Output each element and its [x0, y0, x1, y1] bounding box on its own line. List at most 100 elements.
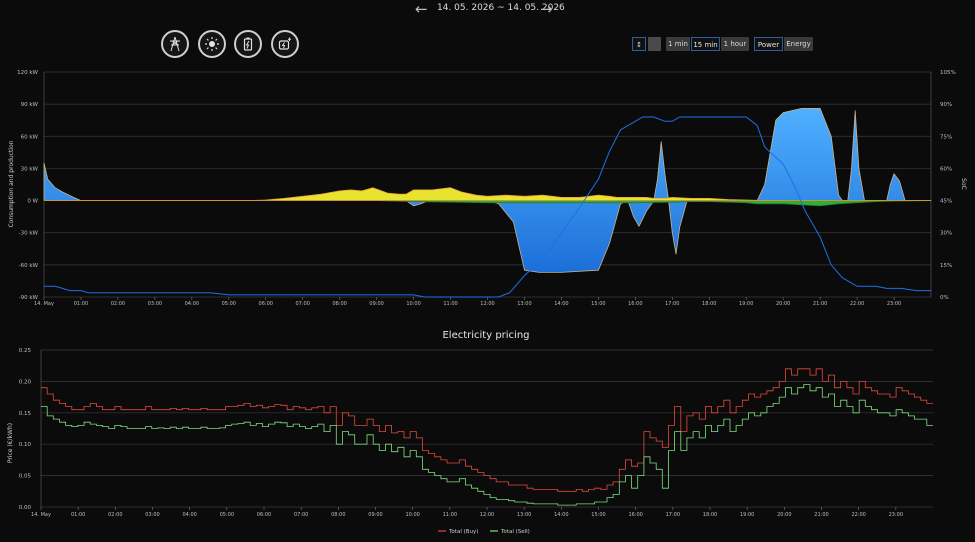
- soc-y-ticks: 105% 90% 75% 60% 45% 30% 15% 0%: [940, 70, 956, 301]
- power-x-tick-label: 13:00: [517, 301, 531, 307]
- price-chart: Electricity pricing 0.25 0.20 0.15 0.10 0.05…: [7, 330, 933, 535]
- price-x-tick-label: 16:00: [628, 512, 642, 518]
- consumption-area: [43, 200, 932, 207]
- power-chart: 120 kW90 kW60 kW30 kW0 W-30 kW-60 kW-90 …: [8, 70, 967, 307]
- power-x-tick-label: 22:00: [850, 301, 864, 307]
- price-x-tick-label: 07:00: [294, 512, 308, 518]
- price-x-tick-label: 23:00: [889, 512, 903, 518]
- resolution-15min-button[interactable]: 15 min: [691, 37, 720, 51]
- power-x-tick-label: 11:00: [443, 301, 457, 307]
- power-y-tick-label: 120 kW: [17, 70, 38, 76]
- power-x-tick-label: 14:00: [554, 301, 568, 307]
- price-x-tick-label: 11:00: [443, 512, 457, 518]
- power-y-tick-label: 90 kW: [21, 102, 39, 108]
- sun-icon: [205, 37, 219, 51]
- power-x-tick-label: 02:00: [111, 301, 125, 307]
- power-x-tick-label: 10:00: [406, 301, 420, 307]
- next-date-arrow-icon[interactable]: →: [540, 0, 553, 18]
- price-y-ticks: 0.25 0.20 0.15 0.10 0.05 0.00: [19, 348, 32, 511]
- power-x-tick-label: 01:00: [74, 301, 88, 307]
- soc-y-tick-label: 60%: [940, 166, 952, 172]
- price-x-tick-label: 15:00: [591, 512, 605, 518]
- power-x-tick-label: 15:00: [591, 301, 605, 307]
- power-x-tick-label: 17:00: [665, 301, 679, 307]
- battery-area: [43, 108, 932, 273]
- ev-charger-icon: [278, 37, 291, 50]
- soc-y-tick-label: 105%: [940, 70, 956, 76]
- price-x-tick-label: 17:00: [666, 512, 680, 518]
- color-swatch-button[interactable]: [648, 37, 661, 51]
- power-x-tick-label: 07:00: [295, 301, 309, 307]
- resolution-1hour-button[interactable]: 1 hour: [721, 37, 749, 51]
- price-x-tick-label: 09:00: [368, 512, 382, 518]
- power-y-tick-label: 60 kW: [21, 134, 39, 140]
- price-x-tick-label: 13:00: [517, 512, 531, 518]
- power-x-tick-label: 16:00: [628, 301, 642, 307]
- power-y-tick-label: -30 kW: [19, 231, 39, 237]
- prev-date-arrow-icon[interactable]: ←: [415, 0, 428, 18]
- power-x-tick-label: 18:00: [702, 301, 716, 307]
- power-x-ticks: 14. May 01:00 02:00 03:00 04:00 05:00 06:00 07:…: [34, 297, 901, 307]
- power-x-tick-label: 12:00: [480, 301, 494, 307]
- price-x-tick-label: 03:00: [145, 512, 159, 518]
- power-mode-button[interactable]: Power: [754, 37, 783, 51]
- soc-y-tick-label: 45%: [940, 199, 952, 205]
- power-x-tick-label: 19:00: [739, 301, 753, 307]
- price-x-tick-label: 10:00: [405, 512, 419, 518]
- power-x-tick-label: 06:00: [259, 301, 273, 307]
- soc-y-tick-label: 90%: [940, 102, 952, 108]
- power-y-tick-label: 30 kW: [21, 166, 39, 172]
- price-x-tick-label: 20:00: [777, 512, 791, 518]
- power-y-tick-label: 0 W: [27, 199, 38, 205]
- power-x-tick-label: 14. May: [34, 301, 54, 307]
- scale-toggle-button[interactable]: ↕: [632, 37, 646, 51]
- ev-charger-toggle-button[interactable]: [271, 30, 299, 58]
- grid-toggle-button[interactable]: [161, 30, 189, 58]
- price-x-tick-label: 08:00: [331, 512, 345, 518]
- price-y-tick-label: 0.15: [19, 411, 32, 417]
- price-x-tick-label: 18:00: [703, 512, 717, 518]
- soc-y-tick-label: 30%: [940, 231, 952, 237]
- soc-y-tick-label: 15%: [940, 263, 952, 269]
- sell-legend-label: Total (Sell): [500, 529, 530, 535]
- battery-icon: [243, 37, 253, 51]
- price-x-tick-label: 19:00: [740, 512, 754, 518]
- sell-price-line: [41, 384, 933, 506]
- power-x-tick-label: 08:00: [332, 301, 346, 307]
- solar-toggle-button[interactable]: [198, 30, 226, 58]
- price-x-tick-label: 12:00: [480, 512, 494, 518]
- buy-price-line: [41, 368, 933, 492]
- price-y-tick-label: 0.25: [19, 348, 32, 354]
- power-x-tick-label: 09:00: [369, 301, 383, 307]
- price-lines: [41, 368, 933, 506]
- price-grid: [40, 349, 933, 508]
- header: ← 14. 05. 2026 ~ 14. 05. 2026 →: [0, 0, 975, 22]
- power-y-label: Consumption and production: [8, 140, 15, 227]
- power-y-ticks: 120 kW90 kW60 kW30 kW0 W-30 kW-60 kW-90 …: [17, 70, 38, 301]
- price-x-tick-label: 01:00: [71, 512, 85, 518]
- battery-toggle-button[interactable]: [234, 30, 262, 58]
- price-x-tick-label: 14. May: [31, 512, 51, 518]
- power-areas: [43, 108, 932, 273]
- power-x-tick-label: 04:00: [185, 301, 199, 307]
- energy-mode-button[interactable]: Energy: [784, 37, 813, 51]
- price-y-tick-label: 0.20: [19, 379, 32, 385]
- soc-y-tick-label: 0%: [940, 295, 949, 301]
- grid-icon: [170, 36, 180, 52]
- power-x-tick-label: 21:00: [813, 301, 827, 307]
- price-legend: Total (Buy) Total (Sell): [438, 529, 530, 535]
- price-x-tick-label: 21:00: [814, 512, 828, 518]
- resolution-1min-button[interactable]: 1 min: [666, 37, 690, 51]
- price-x-tick-label: 02:00: [108, 512, 122, 518]
- price-y-tick-label: 0.05: [19, 474, 32, 480]
- price-chart-title: Electricity pricing: [442, 330, 529, 341]
- price-x-tick-label: 06:00: [257, 512, 271, 518]
- power-y-tick-label: -60 kW: [19, 263, 39, 269]
- soc-y-tick-label: 75%: [940, 134, 952, 140]
- price-x-tick-label: 04:00: [182, 512, 196, 518]
- price-x-tick-label: 14:00: [554, 512, 568, 518]
- price-y-label: Price (€/kWh): [7, 423, 14, 463]
- power-x-tick-label: 05:00: [222, 301, 236, 307]
- price-x-tick-label: 05:00: [220, 512, 234, 518]
- price-y-tick-label: 0.10: [19, 442, 32, 448]
